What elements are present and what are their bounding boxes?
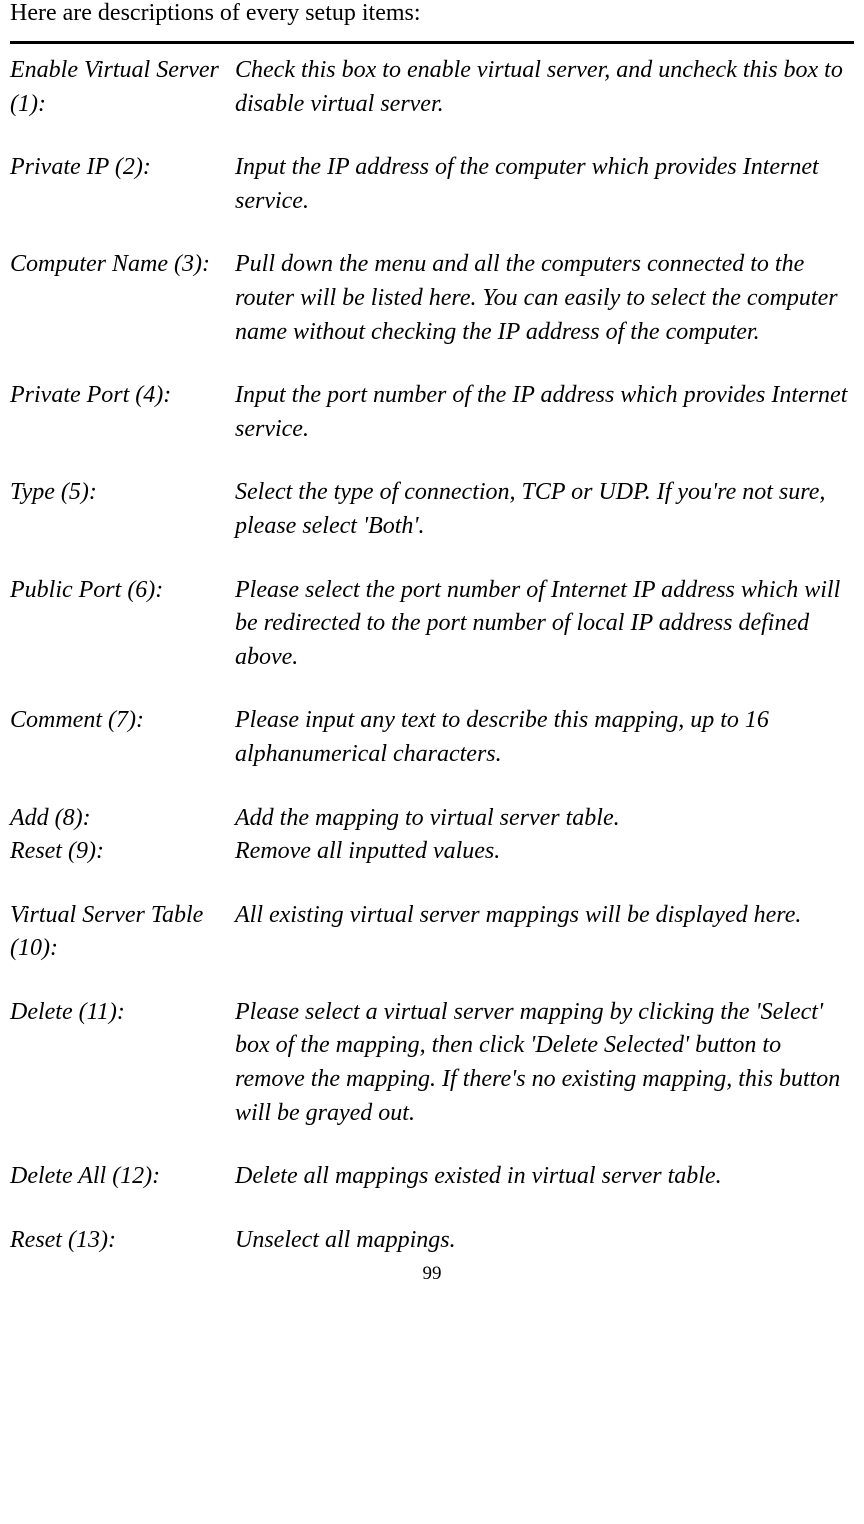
document-page: Here are descriptions of every setup ite… [0, 0, 864, 1285]
definitions-table: Enable Virtual Server (1): Check this bo… [10, 54, 854, 1257]
description: All existing virtual server mappings wil… [235, 899, 854, 966]
term: Computer Name (3): [10, 248, 235, 349]
description: Add the mapping to virtual server table. [235, 802, 854, 836]
term: Comment (7): [10, 704, 235, 771]
row-virtual-server-table: Virtual Server Table (10): All existing … [10, 899, 854, 966]
description: Select the type of connection, TCP or UD… [235, 476, 854, 543]
row-type: Type (5): Select the type of connection,… [10, 476, 854, 543]
description: Delete all mappings existed in virtual s… [235, 1160, 854, 1194]
term: Type (5): [10, 476, 235, 543]
description: Remove all inputted values. [235, 835, 854, 869]
section-divider [10, 41, 854, 44]
description: Input the port number of the IP address … [235, 379, 854, 446]
term: Add (8): [10, 802, 235, 836]
term: Delete All (12): [10, 1160, 235, 1194]
description: Check this box to enable virtual server,… [235, 54, 854, 121]
page-number: 99 [10, 1263, 854, 1285]
row-public-port: Public Port (6): Please select the port … [10, 574, 854, 675]
term: Delete (11): [10, 996, 235, 1130]
description: Input the IP address of the computer whi… [235, 151, 854, 218]
row-computer-name: Computer Name (3): Pull down the menu an… [10, 248, 854, 349]
row-private-ip: Private IP (2): Input the IP address of … [10, 151, 854, 218]
term: Public Port (6): [10, 574, 235, 675]
row-add: Add (8): Add the mapping to virtual serv… [10, 802, 854, 836]
row-reset-1: Reset (9): Remove all inputted values. [10, 835, 854, 869]
row-comment: Comment (7): Please input any text to de… [10, 704, 854, 771]
term: Virtual Server Table (10): [10, 899, 235, 966]
term: Private Port (4): [10, 379, 235, 446]
description: Please select the port number of Interne… [235, 574, 854, 675]
row-delete-all: Delete All (12): Delete all mappings exi… [10, 1160, 854, 1194]
row-reset-2: Reset (13): Unselect all mappings. [10, 1224, 854, 1258]
term: Enable Virtual Server (1): [10, 54, 235, 121]
description: Please input any text to describe this m… [235, 704, 854, 771]
description: Pull down the menu and all the computers… [235, 248, 854, 349]
term: Reset (13): [10, 1224, 235, 1258]
description: Unselect all mappings. [235, 1224, 854, 1258]
term: Private IP (2): [10, 151, 235, 218]
intro-text: Here are descriptions of every setup ite… [10, 0, 854, 27]
description: Please select a virtual server mapping b… [235, 996, 854, 1130]
row-private-port: Private Port (4): Input the port number … [10, 379, 854, 446]
term: Reset (9): [10, 835, 235, 869]
row-enable-virtual-server: Enable Virtual Server (1): Check this bo… [10, 54, 854, 121]
row-delete: Delete (11): Please select a virtual ser… [10, 996, 854, 1130]
